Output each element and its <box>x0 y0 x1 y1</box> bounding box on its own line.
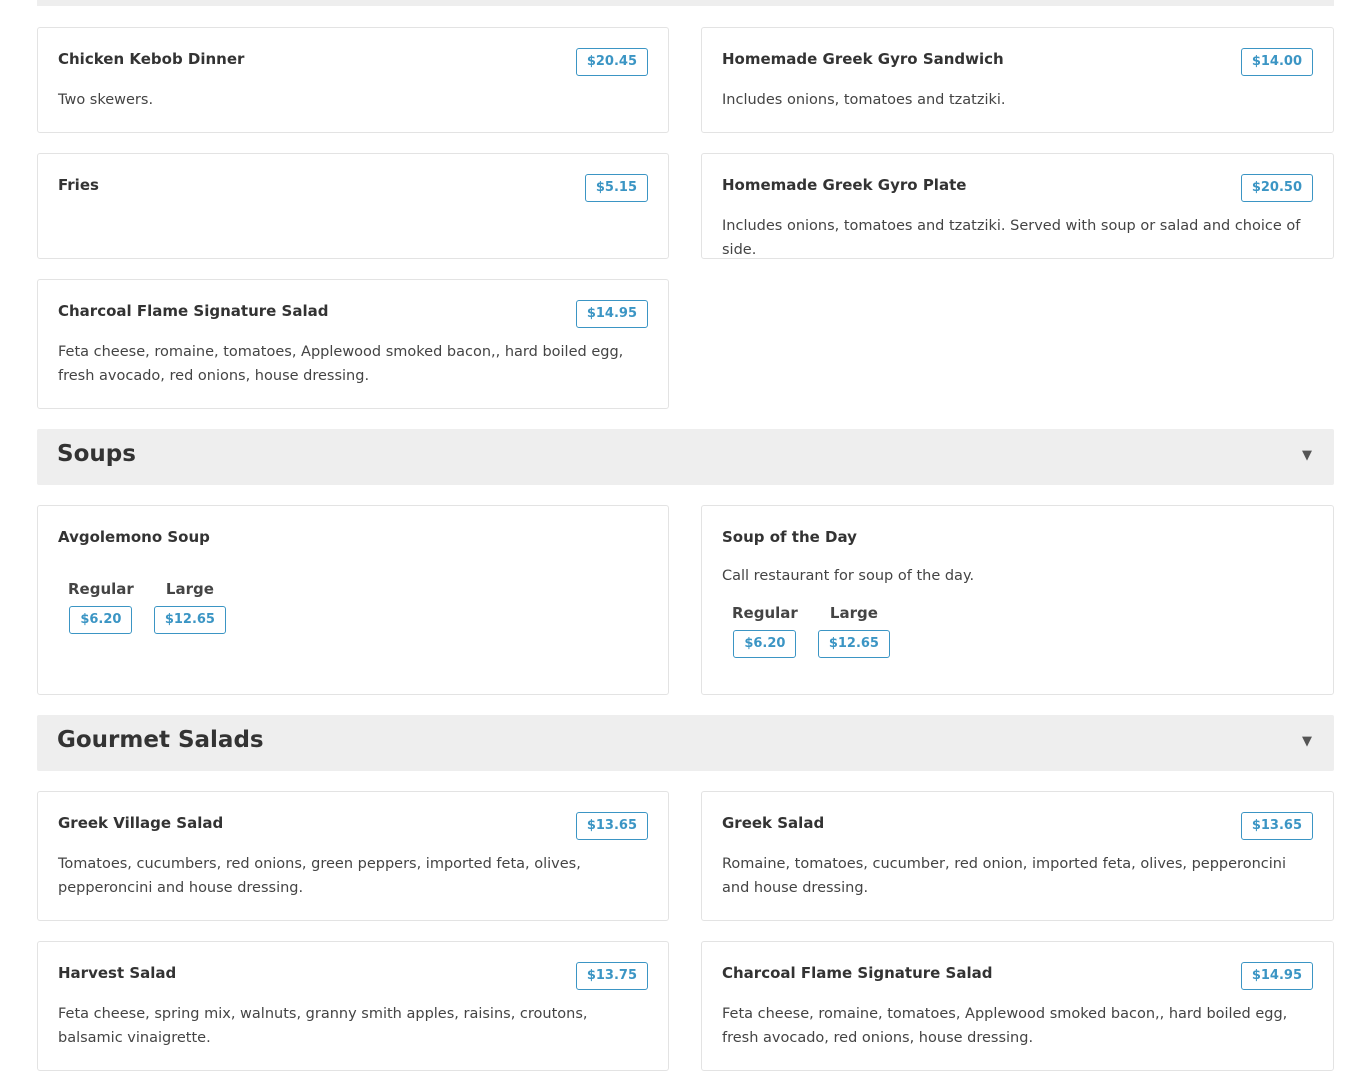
menu-item-card[interactable]: Homemade Greek Gyro Sandwich $14.00 Incl… <box>701 27 1334 133</box>
item-price-button[interactable]: $20.45 <box>575 48 648 76</box>
size-option: Regular $6.20 <box>68 578 134 634</box>
item-name: Charcoal Flame Signature Salad <box>722 964 993 982</box>
size-label: Large <box>829 604 878 622</box>
item-name: Fries <box>58 176 99 194</box>
menu-item-card[interactable]: Charcoal Flame Signature Salad $14.95 Fe… <box>701 941 1334 1071</box>
menu-item-card[interactable]: Soup of the Day Call restaurant for soup… <box>701 505 1334 695</box>
item-description: Call restaurant for soup of the day. <box>722 568 975 584</box>
menu-item-card[interactable]: Charcoal Flame Signature Salad $14.95 Fe… <box>37 279 669 409</box>
item-description: Feta cheese, spring mix, walnuts, granny… <box>58 1006 588 1046</box>
item-price-button[interactable]: $20.50 <box>1240 174 1313 202</box>
item-name: Homemade Greek Gyro Plate <box>722 176 967 194</box>
item-description: Includes onions, tomatoes and tzatziki. <box>722 92 1006 108</box>
menu-item-card[interactable]: Greek Salad $13.65 Romaine, tomatoes, cu… <box>701 791 1334 921</box>
previous-section-header-edge <box>37 0 1334 6</box>
menu-item-card[interactable]: Harvest Salad $13.75 Feta cheese, spring… <box>37 941 669 1071</box>
item-description: Includes onions, tomatoes and tzatziki. … <box>722 218 1301 258</box>
item-name: Greek Village Salad <box>58 814 224 832</box>
item-description: Two skewers. <box>58 92 154 108</box>
item-name: Chicken Kebob Dinner <box>58 50 245 68</box>
section-header-soups[interactable]: Soups ▼ <box>37 429 1334 485</box>
item-description: Feta cheese, romaine, tomatoes, Applewoo… <box>58 344 624 384</box>
size-price-button[interactable]: $6.20 <box>733 630 797 658</box>
item-price-button[interactable]: $5.15 <box>584 174 648 202</box>
menu-page: Chicken Kebob Dinner $20.45 Two skewers.… <box>0 0 1370 1083</box>
item-price-button[interactable]: $14.95 <box>575 300 648 328</box>
item-name: Homemade Greek Gyro Sandwich <box>722 50 1004 68</box>
item-name: Charcoal Flame Signature Salad <box>58 302 329 320</box>
size-label: Regular <box>732 604 798 622</box>
item-name: Greek Salad <box>722 814 825 832</box>
item-description: Feta cheese, romaine, tomatoes, Applewoo… <box>722 1006 1288 1046</box>
item-name: Harvest Salad <box>58 964 177 982</box>
menu-item-card[interactable]: Fries $5.15 <box>37 153 669 259</box>
size-price-button[interactable]: $12.65 <box>153 606 226 634</box>
size-option: Large $12.65 <box>817 602 890 658</box>
size-option: Regular $6.20 <box>732 602 798 658</box>
item-name: Soup of the Day <box>722 528 857 546</box>
size-option: Large $12.65 <box>153 578 226 634</box>
item-description: Romaine, tomatoes, cucumber, red onion, … <box>722 856 1286 896</box>
menu-item-card[interactable]: Greek Village Salad $13.65 Tomatoes, cuc… <box>37 791 669 921</box>
size-label: Large <box>165 580 214 598</box>
item-price-button[interactable]: $14.95 <box>1240 962 1313 990</box>
size-price-button[interactable]: $12.65 <box>817 630 890 658</box>
item-name: Avgolemono Soup <box>58 528 210 546</box>
item-price-button[interactable]: $14.00 <box>1240 48 1313 76</box>
item-price-button[interactable]: $13.75 <box>575 962 648 990</box>
section-title: Soups <box>57 441 136 467</box>
size-options: Regular $6.20 Large $12.65 <box>68 578 226 634</box>
menu-item-card[interactable]: Homemade Greek Gyro Plate $20.50 Include… <box>701 153 1334 259</box>
item-price-button[interactable]: $13.65 <box>1240 812 1313 840</box>
item-price-button[interactable]: $13.65 <box>575 812 648 840</box>
section-title: Gourmet Salads <box>57 727 264 753</box>
triangle-down-icon[interactable]: ▼ <box>1302 448 1312 463</box>
size-label: Regular <box>68 580 134 598</box>
size-options: Regular $6.20 Large $12.65 <box>732 602 890 658</box>
menu-item-card[interactable]: Chicken Kebob Dinner $20.45 Two skewers. <box>37 27 669 133</box>
item-description: Tomatoes, cucumbers, red onions, green p… <box>58 856 581 896</box>
section-header-gourmet-salads[interactable]: Gourmet Salads ▼ <box>37 715 1334 771</box>
triangle-down-icon[interactable]: ▼ <box>1302 734 1312 749</box>
menu-item-card[interactable]: Avgolemono Soup Regular $6.20 Large $12.… <box>37 505 669 695</box>
size-price-button[interactable]: $6.20 <box>69 606 133 634</box>
